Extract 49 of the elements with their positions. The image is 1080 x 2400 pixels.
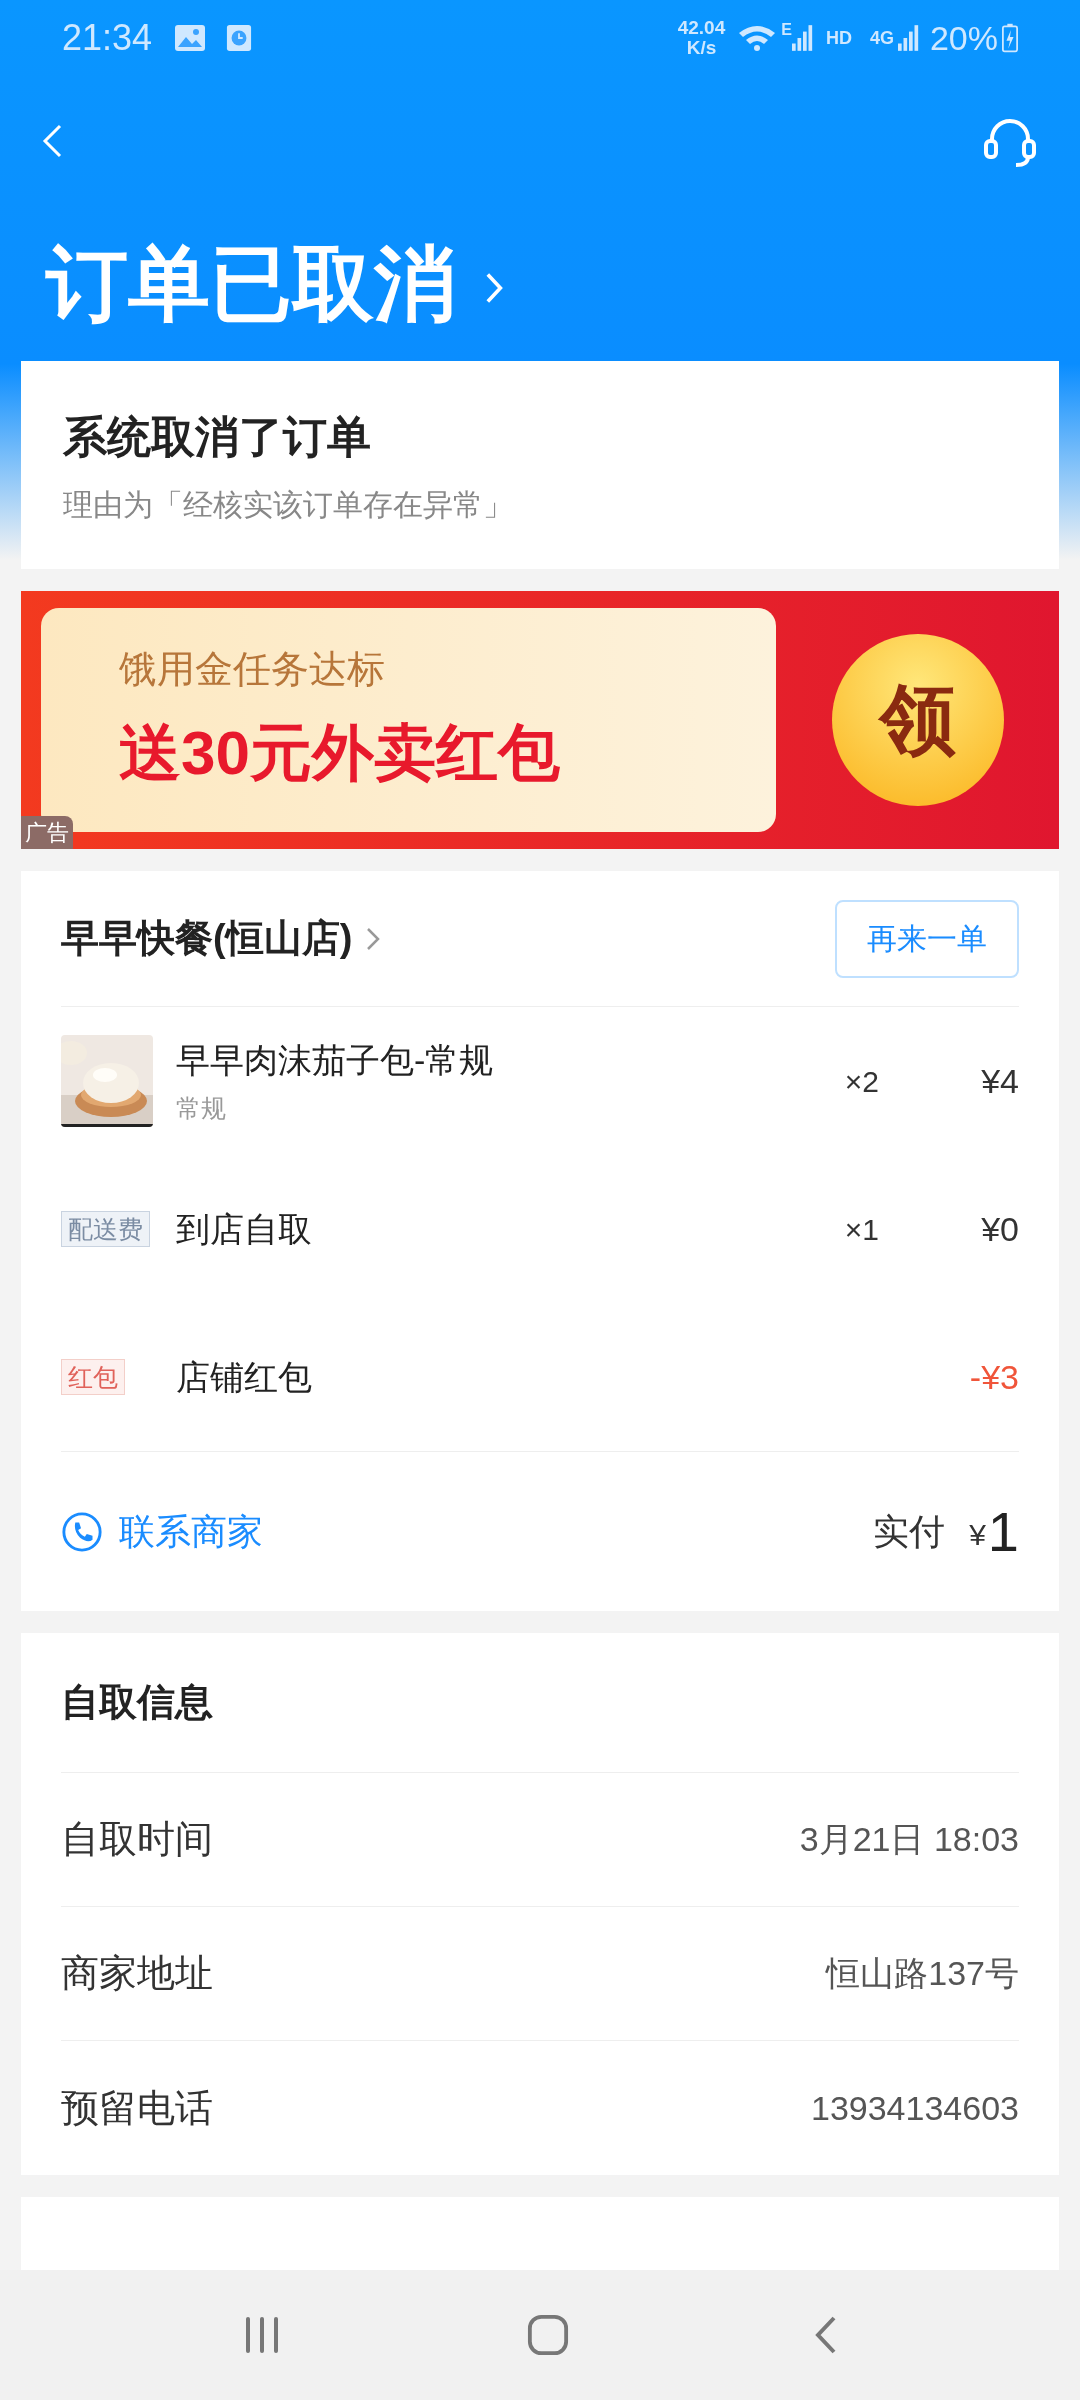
banner-title: 送30元外卖红包 [119, 717, 561, 789]
item-tag: 红包 [61, 1359, 125, 1395]
back-icon[interactable] [813, 2315, 838, 2355]
hd-indicator: HD [825, 26, 852, 50]
claim-button[interactable]: 领 [831, 634, 1004, 806]
promo-banner[interactable]: 饿用金任务达标 送30元外卖红包 领 广告 [21, 591, 1059, 849]
currency-symbol: ¥ [969, 1517, 986, 1553]
section-title: 自取信息 [61, 1680, 213, 1725]
info-label: 预留电话 [61, 2085, 213, 2131]
item-tag: 配送费 [61, 1211, 150, 1247]
signal-icon [897, 24, 920, 52]
ad-label: 广告 [21, 816, 73, 849]
item-price: ¥0 [981, 1209, 1019, 1248]
paid-label: 实付 [873, 1509, 946, 1554]
phone-icon[interactable] [61, 1510, 103, 1553]
clock-icon [226, 23, 253, 53]
network-type: E [781, 20, 792, 40]
wifi-icon [737, 23, 778, 53]
signal-icon [791, 24, 814, 52]
item-quantity: ×2 [844, 1064, 879, 1098]
item-quantity: ×1 [844, 1212, 879, 1246]
item-price: -¥3 [969, 1357, 1019, 1396]
info-label: 商家地址 [61, 1951, 213, 1996]
info-label: 自取时间 [61, 1817, 213, 1862]
info-value: 3月21日 18:03 [799, 1819, 1019, 1860]
network-type: 4G [869, 26, 894, 50]
home-icon[interactable] [527, 2314, 569, 2356]
item-name: 到店自取 [176, 1208, 313, 1250]
item-price: ¥4 [981, 1061, 1019, 1100]
contact-merchant-link[interactable]: 联系商家 [119, 1504, 263, 1559]
item-name: 早早肉沫茄子包-常规 [176, 1039, 495, 1081]
cancel-title: 系统取消了订单 [63, 410, 372, 463]
order-status-title: 订单已取消 [46, 237, 456, 331]
info-value: 13934134603 [811, 2087, 1019, 2129]
reorder-button[interactable]: 再来一单 [835, 899, 1019, 978]
cancel-reason: 理由为「经核实该订单存在异常」 [63, 486, 514, 523]
banner-subtitle: 饿用金任务达标 [119, 647, 386, 692]
item-spec: 常规 [176, 1092, 227, 1124]
battery-level: 20% [929, 17, 998, 59]
status-time: 21:34 [62, 16, 153, 60]
back-icon[interactable] [42, 124, 62, 158]
info-value: 恒山路137号 [826, 1953, 1019, 1994]
paid-amount: 1 [987, 1498, 1019, 1565]
image-icon [174, 24, 207, 52]
store-name[interactable]: 早早快餐(恒山店) [61, 910, 353, 967]
speed-unit: K/s [686, 38, 717, 58]
item-name: 店铺红包 [176, 1356, 313, 1398]
network-speed: 42.04 [677, 18, 726, 38]
chevron-right-icon[interactable] [366, 926, 381, 951]
